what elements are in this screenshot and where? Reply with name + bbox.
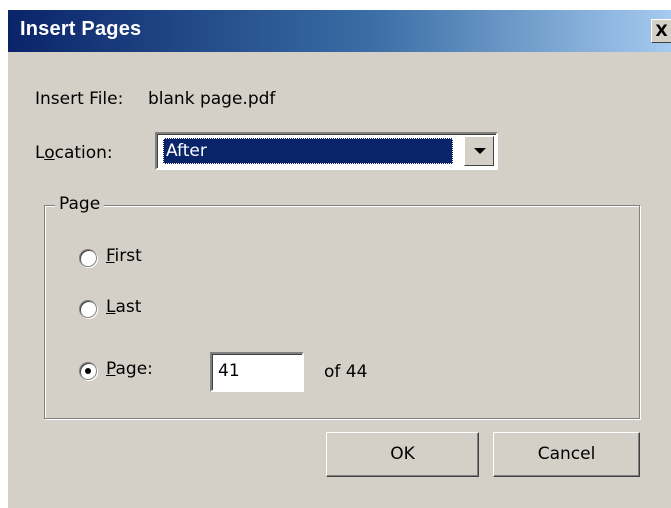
radio-page-label[interactable]: Page: (106, 359, 153, 379)
radio-page[interactable] (79, 362, 97, 380)
radio-last[interactable] (79, 300, 97, 318)
close-button[interactable]: X (651, 19, 671, 43)
radio-first[interactable] (79, 249, 97, 267)
title-bar[interactable]: Insert Pages X (8, 10, 671, 52)
location-dropdown-button[interactable] (464, 136, 494, 166)
page-group-legend: Page (55, 194, 105, 214)
insert-file-label: Insert File: (35, 89, 124, 109)
close-icon: X (655, 21, 668, 40)
location-select[interactable]: After (155, 132, 498, 170)
cancel-button[interactable]: Cancel (493, 432, 640, 477)
page-total-label: of 44 (324, 362, 368, 382)
chevron-down-icon (474, 148, 486, 154)
insert-pages-dialog: Insert Pages X Insert File: blank page.p… (8, 10, 671, 508)
location-selected-value: After (163, 138, 453, 164)
radio-first-label[interactable]: First (106, 246, 142, 266)
insert-file-value: blank page.pdf (148, 89, 276, 109)
radio-selected-dot (85, 368, 91, 374)
page-number-input[interactable]: 41 (210, 352, 304, 392)
dialog-title: Insert Pages (20, 18, 142, 40)
radio-last-label[interactable]: Last (106, 297, 141, 317)
ok-button[interactable]: OK (326, 432, 479, 477)
location-label: Location: (35, 143, 113, 163)
